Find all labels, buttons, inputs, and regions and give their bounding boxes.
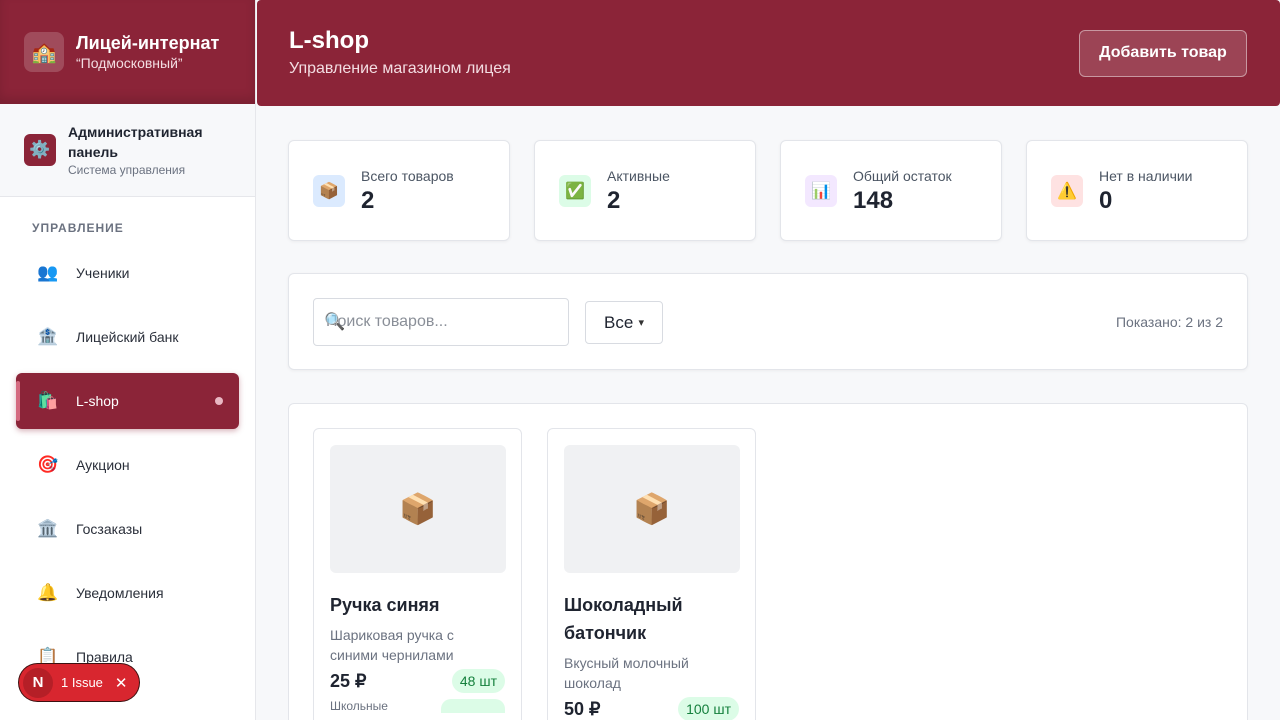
close-icon[interactable]: ✕ bbox=[115, 674, 128, 692]
sidebar-item-label: Уведомления bbox=[76, 585, 164, 601]
sidebar-item-gov-orders[interactable]: 🏛️ Госзаказы bbox=[16, 501, 239, 557]
students-icon: 👥 bbox=[37, 263, 59, 282]
sidebar-item-notifications[interactable]: 🔔 Уведомления bbox=[16, 565, 239, 621]
sidebar-nav: 👥 Ученики 🏦 Лицейский банк 🛍️ L-shop 🎯 А… bbox=[0, 245, 255, 685]
chevron-down-icon: ▾ bbox=[638, 317, 644, 329]
sidebar-item-label: Правила bbox=[76, 649, 133, 665]
stat-value: 148 bbox=[853, 186, 894, 214]
stat-card-stock: 📊 Общий остаток 148 bbox=[780, 140, 1002, 241]
product-description: Вкусный молочный шоколад bbox=[564, 655, 689, 691]
package-icon: 📦 bbox=[313, 174, 345, 207]
package-icon: 📦 bbox=[330, 445, 506, 573]
target-icon: 🎯 bbox=[37, 455, 59, 474]
product-grid: 📦 Ручка синяя Шариковая ручка с синими ч… bbox=[288, 403, 1248, 720]
stat-label: Активные bbox=[607, 167, 670, 184]
stat-label: Всего товаров bbox=[361, 167, 454, 184]
page-title: L-shop bbox=[289, 27, 369, 54]
active-indicator-dot bbox=[215, 397, 223, 405]
search-box[interactable]: 🔍 bbox=[313, 298, 569, 346]
stat-label: Общий остаток bbox=[853, 167, 952, 184]
stat-card-total: 📦 Всего товаров 2 bbox=[288, 140, 510, 241]
next-logo-icon: N bbox=[23, 667, 53, 698]
page-subtitle: Управление магазином лицея bbox=[289, 60, 511, 77]
sidebar-item-students[interactable]: 👥 Ученики bbox=[16, 245, 239, 301]
sidebar-item-label: Госзаказы bbox=[76, 521, 143, 537]
stat-card-active: ✅ Активные 2 bbox=[534, 140, 756, 241]
shopping-bags-icon: 🛍️ bbox=[37, 391, 59, 410]
section-label: УПРАВЛЕНИЕ bbox=[32, 221, 124, 235]
admin-panel-info: ⚙️ Административная панель Система управ… bbox=[0, 104, 255, 197]
admin-title: Административная панель bbox=[68, 124, 203, 160]
brand-subtitle: “Подмосковный” bbox=[76, 55, 183, 71]
sidebar-item-auction[interactable]: 🎯 Аукцион bbox=[16, 437, 239, 493]
check-icon: ✅ bbox=[559, 174, 591, 207]
product-description: Шариковая ручка с синими чернилами bbox=[330, 627, 454, 663]
government-icon: 🏛️ bbox=[37, 519, 59, 538]
brand-title: Лицей-интернат bbox=[76, 33, 220, 53]
product-category: Школьные bbox=[330, 699, 388, 713]
search-icon: 🔍 bbox=[324, 312, 346, 331]
stock-badge: 48 шт bbox=[451, 669, 505, 693]
gear-icon: ⚙️ bbox=[24, 134, 56, 166]
page-header: L-shop Управление магазином лицея Добави… bbox=[257, 0, 1280, 106]
stat-label: Нет в наличии bbox=[1099, 167, 1193, 184]
product-card[interactable]: 📦 Ручка синяя Шариковая ручка с синими ч… bbox=[313, 428, 522, 720]
bell-icon: 🔔 bbox=[37, 583, 59, 602]
product-title: Шоколадный батончик bbox=[564, 595, 683, 643]
admin-subtitle: Система управления bbox=[68, 163, 186, 177]
package-icon: 📦 bbox=[564, 445, 740, 573]
sidebar-item-label: L-shop bbox=[76, 393, 119, 409]
add-product-button[interactable]: Добавить товар bbox=[1079, 29, 1247, 77]
product-price: 25 ₽ bbox=[330, 670, 367, 691]
stat-card-out-of-stock: ⚠️ Нет в наличии 0 bbox=[1026, 140, 1248, 241]
sidebar-item-label: Лицейский банк bbox=[76, 329, 179, 345]
sidebar: 🏫 Лицей-интернат “Подмосковный” ⚙️ Админ… bbox=[0, 0, 256, 720]
brand-header[interactable]: 🏫 Лицей-интернат “Подмосковный” bbox=[0, 0, 255, 104]
status-filter-select[interactable]: Все ▾ bbox=[585, 301, 663, 344]
bar-chart-icon: 📊 bbox=[805, 174, 837, 207]
issue-badge[interactable]: N 1 Issue ✕ bbox=[19, 664, 139, 701]
warning-icon: ⚠️ bbox=[1051, 174, 1083, 207]
shown-count: Показано: 2 из 2 bbox=[1115, 314, 1223, 330]
sidebar-item-lshop[interactable]: 🛍️ L-shop bbox=[16, 373, 239, 429]
filter-bar: 🔍 Все ▾ Показано: 2 из 2 bbox=[288, 273, 1248, 370]
stat-value: 2 bbox=[607, 186, 621, 214]
school-logo-icon: 🏫 bbox=[24, 32, 64, 72]
product-title: Ручка синяя bbox=[330, 595, 440, 615]
sidebar-item-bank[interactable]: 🏦 Лицейский банк bbox=[16, 309, 239, 365]
bank-icon: 🏦 bbox=[37, 327, 59, 346]
stat-value: 0 bbox=[1099, 186, 1113, 214]
category-badge bbox=[441, 699, 505, 713]
sidebar-item-label: Ученики bbox=[76, 265, 130, 281]
search-input[interactable] bbox=[326, 313, 556, 331]
issue-count: 1 Issue bbox=[61, 675, 103, 690]
stat-value: 2 bbox=[361, 186, 375, 214]
product-price: 50 ₽ bbox=[564, 698, 601, 719]
stock-badge: 100 шт bbox=[678, 697, 739, 720]
product-card[interactable]: 📦 Шоколадный батончик Вкусный молочный ш… bbox=[547, 428, 756, 720]
sidebar-item-label: Аукцион bbox=[76, 457, 130, 473]
select-value: Все bbox=[604, 312, 634, 332]
